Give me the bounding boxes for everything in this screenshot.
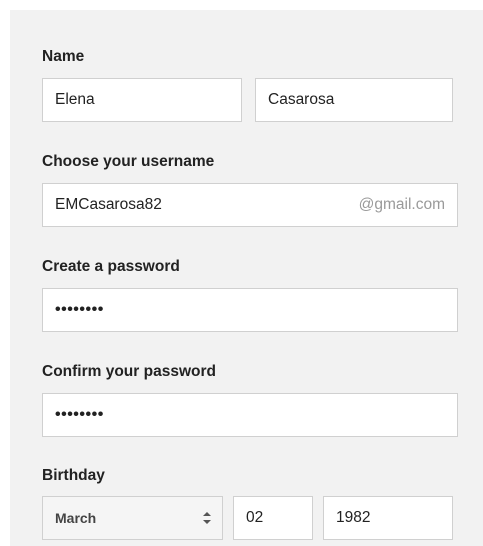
birth-month-value: March (55, 510, 97, 526)
username-domain-suffix: @gmail.com (358, 196, 445, 213)
confirm-password-mask: •••••••• (55, 406, 104, 423)
birth-year-input[interactable]: 1982 (323, 496, 453, 540)
first-name-value: Elena (55, 91, 95, 108)
username-label: Choose your username (42, 153, 215, 170)
confirm-password-input[interactable]: •••••••• (42, 393, 458, 437)
last-name-input[interactable]: Casarosa (255, 78, 453, 122)
password-mask: •••••••• (55, 301, 104, 318)
birth-month-select[interactable]: March (42, 496, 223, 540)
first-name-input[interactable]: Elena (42, 78, 242, 122)
birth-day-input[interactable]: 02 (233, 496, 313, 540)
name-label: Name (42, 48, 85, 65)
birth-year-value: 1982 (336, 509, 371, 526)
username-input[interactable]: EMCasarosa82 @gmail.com (42, 183, 458, 227)
password-input[interactable]: •••••••• (42, 288, 458, 332)
last-name-value: Casarosa (268, 91, 335, 108)
password-label: Create a password (42, 258, 180, 275)
birth-day-value: 02 (246, 509, 264, 526)
up-down-chevron-icon (202, 497, 212, 539)
birthday-label: Birthday (42, 467, 105, 484)
username-value: EMCasarosa82 (55, 196, 162, 213)
confirm-password-label: Confirm your password (42, 363, 216, 380)
